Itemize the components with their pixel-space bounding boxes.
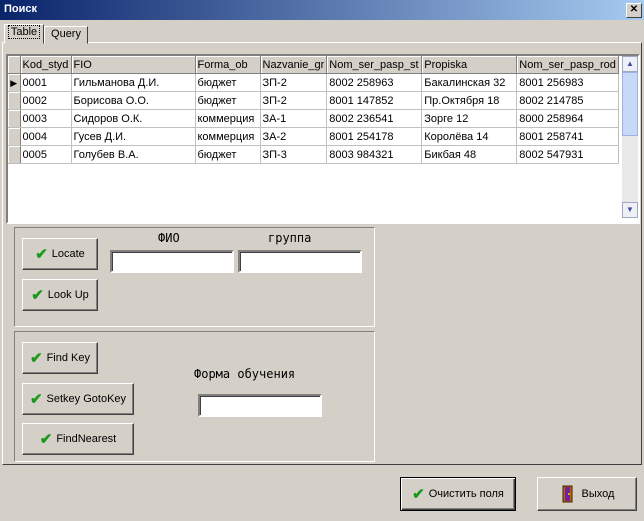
group-label: группа bbox=[268, 231, 312, 245]
table-cell[interactable]: коммерция bbox=[195, 127, 261, 146]
table-cell[interactable]: ЗП-2 bbox=[260, 73, 328, 92]
table-cell[interactable]: Гусев Д.И. bbox=[71, 127, 196, 146]
row-indicator[interactable] bbox=[8, 109, 21, 128]
table-cell[interactable]: Королёва 14 bbox=[421, 127, 518, 146]
check-icon: ✔ bbox=[31, 286, 44, 304]
findkey-button[interactable]: ✔ Find Key bbox=[22, 342, 98, 374]
lookup-button[interactable]: ✔ Look Up bbox=[22, 279, 98, 311]
table-cell[interactable]: ЗП-3 bbox=[260, 145, 328, 164]
empty-row bbox=[8, 182, 618, 200]
table-cell[interactable]: 8002 214785 bbox=[516, 91, 619, 110]
table-cell[interactable]: 0004 bbox=[20, 127, 72, 146]
table-cell[interactable]: 8000 258964 bbox=[516, 109, 619, 128]
table-row[interactable]: 0002 Борисова О.О. бюджет ЗП-2 8001 147852 Пр… bbox=[8, 91, 619, 110]
table-cell[interactable]: ЗП-2 bbox=[260, 91, 328, 110]
table-cell[interactable]: Бакалинская 32 bbox=[421, 73, 518, 92]
row-indicator[interactable] bbox=[8, 91, 21, 110]
table-row[interactable]: 0005 Голубев В.А. бюджет ЗП-3 8003 984321 Бик… bbox=[8, 145, 619, 164]
window-title: Поиск bbox=[4, 3, 38, 15]
table-cell[interactable]: коммерция bbox=[195, 109, 261, 128]
table-cell[interactable]: 8002 236541 bbox=[326, 109, 423, 128]
chevron-up-icon: ▲ bbox=[626, 59, 634, 68]
grid-vertical-scrollbar[interactable]: ▲ ▼ bbox=[622, 56, 638, 218]
table-cell[interactable]: Бикбая 48 bbox=[421, 145, 518, 164]
exit-door-icon bbox=[562, 485, 573, 503]
table-cell[interactable]: 0002 bbox=[20, 91, 72, 110]
table-cell[interactable]: бюджет bbox=[195, 145, 261, 164]
window-titlebar: Поиск ✕ bbox=[0, 0, 644, 20]
fio-input[interactable] bbox=[110, 250, 234, 273]
table-cell[interactable]: бюджет bbox=[195, 73, 261, 92]
table-cell[interactable]: Пр.Октября 18 bbox=[421, 91, 518, 110]
table-row[interactable]: 0004 Гусев Д.И. коммерция ЗА-2 8001 254178 Ко… bbox=[8, 127, 619, 146]
table-cell[interactable]: 8002 258963 bbox=[326, 73, 423, 92]
row-indicator[interactable] bbox=[8, 127, 21, 146]
close-icon: ✕ bbox=[629, 4, 639, 15]
forma-label: Форма обучения bbox=[194, 367, 296, 381]
exit-button[interactable]: Выход bbox=[537, 477, 637, 511]
table-cell[interactable]: 8001 147852 bbox=[326, 91, 423, 110]
group-input[interactable] bbox=[238, 250, 362, 273]
table-cell[interactable]: Сидоров О.К. bbox=[71, 109, 196, 128]
table-cell[interactable]: 8003 984321 bbox=[326, 145, 423, 164]
table-cell[interactable]: Зорге 12 bbox=[421, 109, 518, 128]
clear-fields-button[interactable]: ✔ Очистить поля bbox=[400, 477, 516, 511]
empty-row bbox=[8, 164, 618, 182]
setkey-gotokey-button[interactable]: ✔ Setkey GotoKey bbox=[22, 383, 134, 415]
column-header[interactable]: Nazvanie_gr bbox=[260, 56, 328, 74]
check-icon: ✔ bbox=[412, 485, 425, 503]
close-button[interactable]: ✕ bbox=[626, 3, 642, 18]
column-header[interactable]: Nom_ser_pasp_st bbox=[326, 56, 423, 74]
column-header[interactable]: Forma_ob bbox=[195, 56, 261, 74]
check-icon: ✔ bbox=[39, 430, 53, 448]
table-cell[interactable]: 8001 254178 bbox=[326, 127, 423, 146]
column-header[interactable]: Kod_styd bbox=[20, 56, 72, 74]
current-row-icon: ▶ bbox=[10, 77, 18, 88]
check-icon: ✔ bbox=[30, 349, 43, 367]
empty-row bbox=[8, 200, 618, 218]
fio-label: ФИО bbox=[158, 231, 180, 245]
chevron-down-icon: ▼ bbox=[626, 205, 634, 214]
grid-corner bbox=[8, 56, 21, 74]
table-cell[interactable]: 0005 bbox=[20, 145, 72, 164]
table-cell[interactable]: 0003 bbox=[20, 109, 72, 128]
data-grid[interactable]: Kod_styd FIO Forma_ob Nazvanie_gr Nom_ser_pa… bbox=[6, 54, 640, 224]
table-cell[interactable]: ЗА-1 bbox=[260, 109, 328, 128]
check-icon: ✔ bbox=[35, 245, 48, 263]
table-cell[interactable]: 8001 258741 bbox=[516, 127, 619, 146]
grid-table: Kod_styd FIO Forma_ob Nazvanie_gr Nom_ser_pa… bbox=[8, 56, 619, 218]
table-row[interactable]: ▶ 0001 Гильманова Д.И. бюджет ЗП-2 8002 25896… bbox=[8, 73, 619, 92]
tab-table[interactable]: Table bbox=[4, 24, 44, 44]
table-cell[interactable]: ЗА-2 bbox=[260, 127, 328, 146]
column-header[interactable]: Propiska bbox=[421, 56, 518, 74]
table-cell[interactable]: 0001 bbox=[20, 73, 72, 92]
table-cell[interactable]: Гильманова Д.И. bbox=[71, 73, 196, 92]
scroll-thumb[interactable] bbox=[622, 72, 638, 136]
scroll-up-button[interactable]: ▲ bbox=[622, 56, 638, 72]
locate-button[interactable]: ✔ Locate bbox=[22, 238, 98, 270]
row-indicator[interactable] bbox=[8, 145, 21, 164]
check-icon: ✔ bbox=[29, 390, 43, 408]
column-header[interactable]: Nom_ser_pasp_rod bbox=[516, 56, 619, 74]
table-cell[interactable]: Борисова О.О. bbox=[71, 91, 196, 110]
findnearest-button[interactable]: ✔ FindNearest bbox=[22, 423, 134, 455]
row-indicator[interactable]: ▶ bbox=[8, 73, 21, 92]
table-cell[interactable]: 8002 547931 bbox=[516, 145, 619, 164]
table-cell[interactable]: бюджет bbox=[195, 91, 261, 110]
column-header[interactable]: FIO bbox=[71, 56, 196, 74]
scroll-down-button[interactable]: ▼ bbox=[622, 202, 638, 218]
table-cell[interactable]: 8001 256983 bbox=[516, 73, 619, 92]
table-row[interactable]: 0003 Сидоров О.К. коммерция ЗА-1 8002 236541… bbox=[8, 109, 619, 128]
forma-input[interactable] bbox=[198, 394, 322, 417]
table-cell[interactable]: Голубев В.А. bbox=[71, 145, 196, 164]
tab-query[interactable]: Query bbox=[44, 26, 88, 44]
